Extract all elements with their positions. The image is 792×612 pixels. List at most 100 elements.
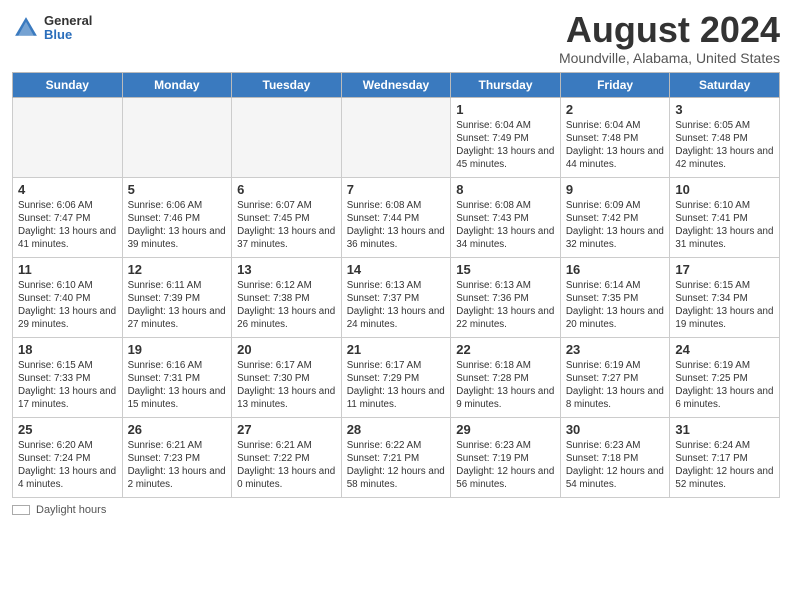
calendar-cell: 10Sunrise: 6:10 AM Sunset: 7:41 PM Dayli… xyxy=(670,177,780,257)
calendar-cell: 25Sunrise: 6:20 AM Sunset: 7:24 PM Dayli… xyxy=(13,417,123,497)
calendar-cell: 1Sunrise: 6:04 AM Sunset: 7:49 PM Daylig… xyxy=(451,97,561,177)
calendar-body: 1Sunrise: 6:04 AM Sunset: 7:49 PM Daylig… xyxy=(13,97,780,497)
col-thursday: Thursday xyxy=(451,72,561,97)
day-info: Sunrise: 6:16 AM Sunset: 7:31 PM Dayligh… xyxy=(128,359,227,412)
day-number: 2 xyxy=(566,102,665,117)
day-number: 23 xyxy=(566,342,665,357)
day-info: Sunrise: 6:19 AM Sunset: 7:25 PM Dayligh… xyxy=(675,359,774,412)
day-number: 8 xyxy=(456,182,555,197)
day-info: Sunrise: 6:13 AM Sunset: 7:37 PM Dayligh… xyxy=(347,279,446,332)
month-title: August 2024 xyxy=(559,10,780,50)
calendar-week-1: 1Sunrise: 6:04 AM Sunset: 7:49 PM Daylig… xyxy=(13,97,780,177)
day-info: Sunrise: 6:18 AM Sunset: 7:28 PM Dayligh… xyxy=(456,359,555,412)
day-number: 3 xyxy=(675,102,774,117)
col-tuesday: Tuesday xyxy=(232,72,342,97)
calendar-table: Sunday Monday Tuesday Wednesday Thursday… xyxy=(12,72,780,498)
calendar-week-2: 4Sunrise: 6:06 AM Sunset: 7:47 PM Daylig… xyxy=(13,177,780,257)
day-number: 11 xyxy=(18,262,117,277)
header: General Blue August 2024 Moundville, Ala… xyxy=(12,10,780,66)
day-number: 22 xyxy=(456,342,555,357)
day-number: 31 xyxy=(675,422,774,437)
cell-content: 13 Sunrise: 6:12 AM Sunset: 7:38 PM Dayli… xyxy=(237,262,336,332)
day-info: Sunrise: 6:15 AM Sunset: 7:33 PM Dayligh… xyxy=(18,359,117,412)
calendar-cell xyxy=(232,97,342,177)
calendar-cell: 12 Sunrise: 6:11 AM Sunset: 7:39 PM Dayli… xyxy=(122,257,232,337)
day-number: 21 xyxy=(347,342,446,357)
day-number: 25 xyxy=(18,422,117,437)
page: General Blue August 2024 Moundville, Ala… xyxy=(0,0,792,612)
cell-content: 21Sunrise: 6:17 AM Sunset: 7:29 PM Dayli… xyxy=(347,342,446,412)
cell-content: 11 Sunrise: 6:10 AM Sunset: 7:40 PM Dayli… xyxy=(18,262,117,332)
calendar-week-5: 25Sunrise: 6:20 AM Sunset: 7:24 PM Dayli… xyxy=(13,417,780,497)
day-info: Sunrise: 6:24 AM Sunset: 7:17 PM Dayligh… xyxy=(675,439,774,492)
calendar-cell: 5Sunrise: 6:06 AM Sunset: 7:46 PM Daylig… xyxy=(122,177,232,257)
header-row: Sunday Monday Tuesday Wednesday Thursday… xyxy=(13,72,780,97)
calendar-cell xyxy=(13,97,123,177)
cell-content: 7Sunrise: 6:08 AM Sunset: 7:44 PM Daylig… xyxy=(347,182,446,252)
calendar-cell: 28Sunrise: 6:22 AM Sunset: 7:21 PM Dayli… xyxy=(341,417,451,497)
cell-content: 23Sunrise: 6:19 AM Sunset: 7:27 PM Dayli… xyxy=(566,342,665,412)
calendar-cell: 4Sunrise: 6:06 AM Sunset: 7:47 PM Daylig… xyxy=(13,177,123,257)
calendar-cell: 29Sunrise: 6:23 AM Sunset: 7:19 PM Dayli… xyxy=(451,417,561,497)
cell-content: 8 Sunrise: 6:08 AM Sunset: 7:43 PM Daylig… xyxy=(456,182,555,252)
day-info: Sunrise: 6:08 AM Sunset: 7:44 PM Dayligh… xyxy=(347,199,446,252)
col-sunday: Sunday xyxy=(13,72,123,97)
calendar-week-3: 11 Sunrise: 6:10 AM Sunset: 7:40 PM Dayli… xyxy=(13,257,780,337)
calendar-cell: 26Sunrise: 6:21 AM Sunset: 7:23 PM Dayli… xyxy=(122,417,232,497)
day-info: Sunrise: 6:10 AM Sunset: 7:40 PM Dayligh… xyxy=(18,279,117,332)
day-info: Sunrise: 6:06 AM Sunset: 7:47 PM Dayligh… xyxy=(18,199,117,252)
logo-icon xyxy=(12,14,40,42)
day-info: Sunrise: 6:15 AM Sunset: 7:34 PM Dayligh… xyxy=(675,279,774,332)
day-number: 13 xyxy=(237,262,336,277)
calendar-cell: 21Sunrise: 6:17 AM Sunset: 7:29 PM Dayli… xyxy=(341,337,451,417)
cell-content: 31 Sunrise: 6:24 AM Sunset: 7:17 PM Dayli… xyxy=(675,422,774,492)
cell-content: 16Sunrise: 6:14 AM Sunset: 7:35 PM Dayli… xyxy=(566,262,665,332)
calendar-cell: 11 Sunrise: 6:10 AM Sunset: 7:40 PM Dayli… xyxy=(13,257,123,337)
day-number: 9 xyxy=(566,182,665,197)
cell-content: 9Sunrise: 6:09 AM Sunset: 7:42 PM Daylig… xyxy=(566,182,665,252)
cell-content: 18Sunrise: 6:15 AM Sunset: 7:33 PM Dayli… xyxy=(18,342,117,412)
calendar-cell xyxy=(341,97,451,177)
calendar-cell: 31 Sunrise: 6:24 AM Sunset: 7:17 PM Dayli… xyxy=(670,417,780,497)
day-number: 26 xyxy=(128,422,227,437)
day-info: Sunrise: 6:04 AM Sunset: 7:48 PM Dayligh… xyxy=(566,119,665,172)
calendar-cell: 8 Sunrise: 6:08 AM Sunset: 7:43 PM Daylig… xyxy=(451,177,561,257)
cell-content: 3Sunrise: 6:05 AM Sunset: 7:48 PM Daylig… xyxy=(675,102,774,172)
cell-content: 10Sunrise: 6:10 AM Sunset: 7:41 PM Dayli… xyxy=(675,182,774,252)
calendar-cell: 27Sunrise: 6:21 AM Sunset: 7:22 PM Dayli… xyxy=(232,417,342,497)
day-number: 16 xyxy=(566,262,665,277)
calendar-week-4: 18Sunrise: 6:15 AM Sunset: 7:33 PM Dayli… xyxy=(13,337,780,417)
cell-content: 15 Sunrise: 6:13 AM Sunset: 7:36 PM Dayli… xyxy=(456,262,555,332)
calendar-header: Sunday Monday Tuesday Wednesday Thursday… xyxy=(13,72,780,97)
cell-content: 2 Sunrise: 6:04 AM Sunset: 7:48 PM Daylig… xyxy=(566,102,665,172)
calendar-cell: 23Sunrise: 6:19 AM Sunset: 7:27 PM Dayli… xyxy=(560,337,670,417)
day-info: Sunrise: 6:04 AM Sunset: 7:49 PM Dayligh… xyxy=(456,119,555,172)
day-info: Sunrise: 6:23 AM Sunset: 7:18 PM Dayligh… xyxy=(566,439,665,492)
cell-content: 20Sunrise: 6:17 AM Sunset: 7:30 PM Dayli… xyxy=(237,342,336,412)
day-info: Sunrise: 6:13 AM Sunset: 7:36 PM Dayligh… xyxy=(456,279,555,332)
calendar-cell: 16Sunrise: 6:14 AM Sunset: 7:35 PM Dayli… xyxy=(560,257,670,337)
logo: General Blue xyxy=(12,14,92,43)
footer-note: Daylight hours xyxy=(12,504,780,516)
logo-text: General Blue xyxy=(44,14,92,43)
day-info: Sunrise: 6:08 AM Sunset: 7:43 PM Dayligh… xyxy=(456,199,555,252)
cell-content: 17 Sunrise: 6:15 AM Sunset: 7:34 PM Dayli… xyxy=(675,262,774,332)
day-info: Sunrise: 6:12 AM Sunset: 7:38 PM Dayligh… xyxy=(237,279,336,332)
day-number: 28 xyxy=(347,422,446,437)
calendar-cell: 13 Sunrise: 6:12 AM Sunset: 7:38 PM Dayli… xyxy=(232,257,342,337)
day-info: Sunrise: 6:11 AM Sunset: 7:39 PM Dayligh… xyxy=(128,279,227,332)
calendar-cell: 15 Sunrise: 6:13 AM Sunset: 7:36 PM Dayli… xyxy=(451,257,561,337)
day-number: 12 xyxy=(128,262,227,277)
logo-blue-label: Blue xyxy=(44,28,92,42)
day-number: 30 xyxy=(566,422,665,437)
col-monday: Monday xyxy=(122,72,232,97)
day-number: 17 xyxy=(675,262,774,277)
calendar-cell xyxy=(122,97,232,177)
footer-bar-icon xyxy=(12,505,30,515)
cell-content: 5Sunrise: 6:06 AM Sunset: 7:46 PM Daylig… xyxy=(128,182,227,252)
day-info: Sunrise: 6:23 AM Sunset: 7:19 PM Dayligh… xyxy=(456,439,555,492)
cell-content: 12 Sunrise: 6:11 AM Sunset: 7:39 PM Dayli… xyxy=(128,262,227,332)
calendar-cell: 18Sunrise: 6:15 AM Sunset: 7:33 PM Dayli… xyxy=(13,337,123,417)
day-number: 15 xyxy=(456,262,555,277)
day-number: 19 xyxy=(128,342,227,357)
